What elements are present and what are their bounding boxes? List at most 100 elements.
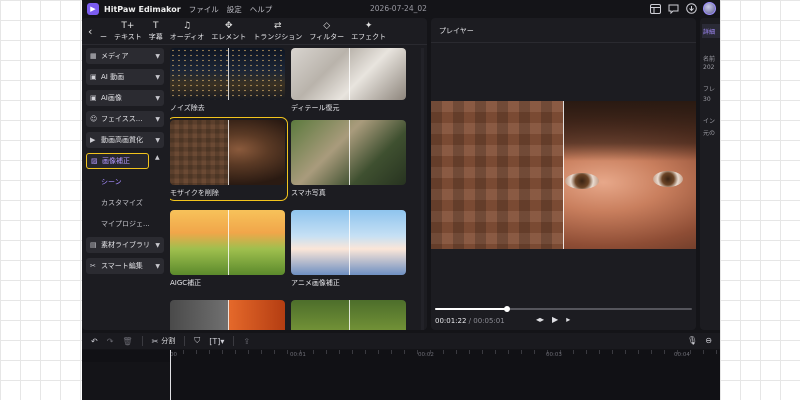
face-swap-icon: ☺ [90,115,98,123]
ruler-tick: 00:03 [546,352,562,358]
category-video-enhance[interactable]: ▶ 動画高画質化 ▼ [86,132,164,148]
split-label: 分割 [161,337,176,345]
category-smart-edit[interactable]: ✂ スマート編集 ▼ [86,258,164,274]
edit-toolbar-right: 🎙 ⊖ [687,336,712,345]
template-thumbnail [291,120,406,185]
category-ai-image[interactable]: ▣ AI画像 ▼ [86,90,164,106]
player-divider [431,42,696,43]
category-face-swap[interactable]: ☺ フェイスス... ▼ [86,111,164,127]
media-icon: ▦ [90,52,97,60]
template-card-pumpkin[interactable] [170,300,285,330]
menu-settings[interactable]: 設定 [227,4,242,15]
redo-icon[interactable]: ↷ [107,337,114,346]
timeline[interactable]: 00 00:01 00:02 00:03 00:04 [82,350,720,400]
category-label: 動画高画質化 [101,136,143,144]
subitem-scene[interactable]: シーン [86,174,164,190]
play-icon[interactable]: ▶ [552,315,558,324]
current-time: 00:01:22 [435,317,467,325]
tool-text-label: テキスト [114,32,142,41]
edit-toolbar: ↶ ↷ 🗑 ✂ 分割 ⛉ [T]▾ ⇪ 🎙 ⊖ [82,333,720,349]
ruler-tick: 00:04 [674,352,690,358]
video-enhance-icon: ▶ [90,136,96,144]
template-card-phone[interactable]: スマホ写真 [291,120,406,198]
export-frame-icon[interactable]: ⇪ [243,337,250,346]
total-time: / 00:05:01 [466,317,505,325]
category-label: AI 動画 [101,73,125,81]
caret-down-icon: ▼ [155,136,160,144]
caret-down-icon: ▼ [155,94,160,102]
video-preview[interactable] [431,101,696,249]
menu-file[interactable]: ファイル [189,4,219,15]
category-label: メディア [101,52,129,60]
grid-scrollbar[interactable] [421,48,424,330]
tool-audio-label: オーディオ [169,32,205,41]
template-card-anime[interactable]: アニメ画像補正 [291,210,406,288]
prop-name-value: 202 [703,64,715,71]
template-thumbnail [170,210,285,275]
template-card-aigc[interactable]: AIGC補正 [170,210,285,288]
download-icon[interactable] [685,3,697,15]
tool-effect[interactable]: ✦ エフェクト [351,19,386,43]
tool-element[interactable]: ✥ エレメント [211,19,246,43]
tool-filter[interactable]: ◇ フィルター [309,19,344,43]
tool-audio[interactable]: ♫ オーディオ [170,19,205,43]
timecode: 00:01:22 / 00:05:01 [435,317,505,325]
transition-icon: ⇄ [274,20,282,31]
scissors-icon: ✂ [151,336,159,346]
ai-image-icon: ▣ [90,94,97,102]
compare-split-line[interactable] [563,101,564,249]
shield-icon[interactable]: ⛉ [194,336,200,346]
project-title[interactable]: 2026-07-24_02 [370,4,427,13]
tool-text[interactable]: T+ テキスト [114,19,142,43]
split-button[interactable]: ✂ 分割 [152,336,176,346]
effect-icon: ✦ [364,20,373,31]
tab-details[interactable]: 詳細 [702,24,720,38]
app-logo-icon: ▶ [87,3,99,15]
template-thumbnail [170,48,285,100]
timeline-ruler [170,350,720,360]
category-label: 素材ライブラリ [101,241,150,249]
template-card-detail[interactable]: ディテール復元 [291,48,406,113]
toolbar-divider [82,44,427,45]
template-label: アニメ画像補正 [291,279,340,287]
feedback-icon[interactable] [667,3,679,15]
progress-knob[interactable] [503,306,510,312]
mosaic-area [431,101,563,249]
tool-transition[interactable]: ⇄ トランジション [253,19,302,43]
category-asset-library[interactable]: ▤ 素材ライブラリ ▼ [86,237,164,253]
track-header-area [82,362,170,400]
caret-up-icon[interactable]: ▲ [155,154,160,161]
template-card-mosaic[interactable]: モザイクを削除 [170,117,288,201]
user-avatar[interactable] [703,2,716,15]
playhead[interactable] [170,350,171,400]
microphone-icon[interactable]: 🎙 [687,336,697,345]
category-media[interactable]: ▦ メディア ▼ [86,48,164,64]
undo-icon[interactable]: ↶ [91,337,98,346]
template-thumbnail [291,48,406,100]
template-card-field[interactable] [291,300,406,330]
tool-transition-label: トランジション [253,32,303,41]
caret-down-icon: ▼ [155,115,160,123]
text-style-dropdown[interactable]: [T]▾ [209,337,224,346]
tool-media-partial[interactable]: ー [100,19,107,43]
back-arrow-icon[interactable]: ‹ [88,25,100,38]
player-panel: プレイヤー 00:01:22 / 00:05:01 ◂▸ ▶ ▸ [431,18,696,330]
tool-subtitle[interactable]: T 字幕 [149,19,163,43]
category-image-enhance[interactable]: ▨ 画像補正 [86,153,149,169]
zoom-out-icon[interactable]: ⊖ [705,336,712,345]
template-card-noise[interactable]: ノイズ除去 [170,48,285,113]
title-bar: ▶ HitPaw Edimakor ファイル 設定 ヘルプ 2026-07-24… [82,0,720,18]
layout-icon[interactable] [649,3,661,15]
prev-frame-icon[interactable]: ◂▸ [536,315,544,324]
subitem-my-projects[interactable]: マイプロジェ... [86,216,164,232]
filter-icon: ◇ [323,20,331,31]
menu-help[interactable]: ヘルプ [250,4,273,15]
next-frame-icon[interactable]: ▸ [566,315,570,324]
playback-progress[interactable] [435,306,692,312]
subitem-customize[interactable]: カスタマイズ [86,195,164,211]
tool-subtitle-label: 字幕 [148,32,163,41]
delete-icon[interactable]: 🗑 [122,337,132,346]
category-ai-video[interactable]: ▣ AI 動画 ▼ [86,69,164,85]
caret-down-icon: ▼ [155,52,160,60]
ruler-tick: 00:02 [418,352,434,358]
